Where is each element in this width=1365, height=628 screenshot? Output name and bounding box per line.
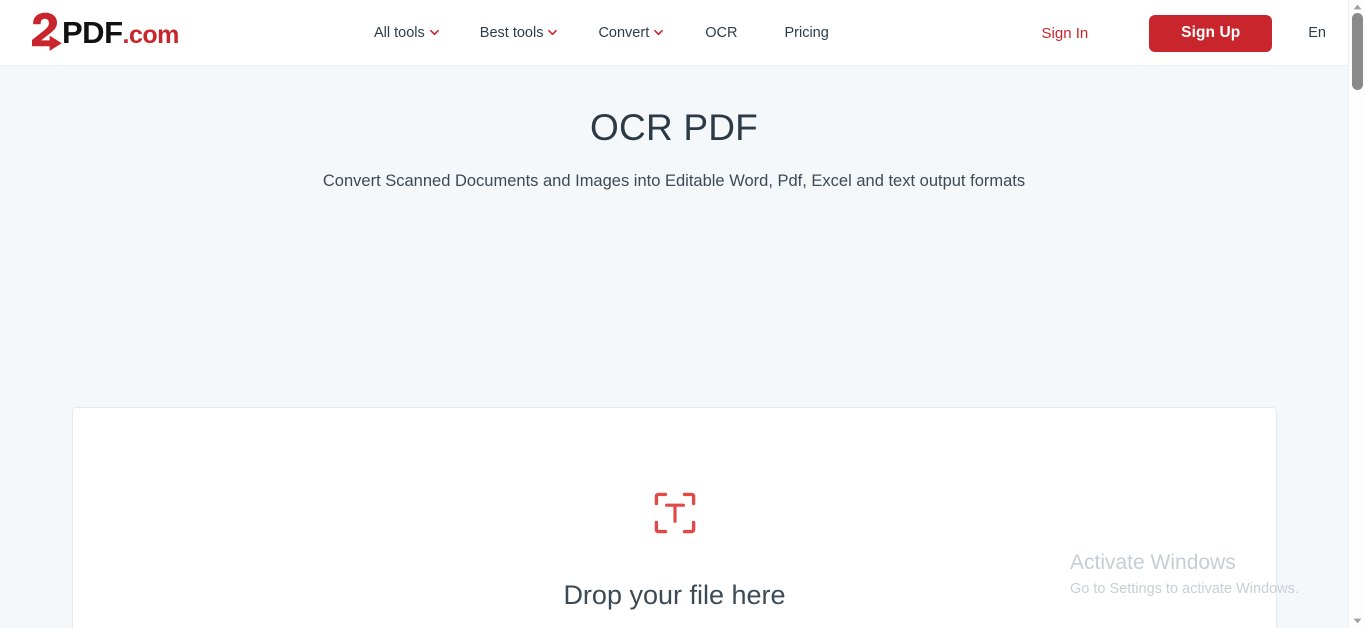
scrollbar-thumb[interactable]	[1352, 13, 1363, 90]
page-viewport: PDF.com All tools Best tools Convert OCR…	[0, 0, 1348, 628]
sign-in-link[interactable]: Sign In	[1042, 25, 1089, 42]
main-navigation: All tools Best tools Convert OCR Pricing	[374, 0, 829, 66]
logo-pdf-text: PDF	[62, 15, 123, 50]
header-actions: Sign In Sign Up En	[1042, 0, 1332, 66]
browser-page: PDF.com All tools Best tools Convert OCR…	[0, 0, 1365, 628]
nav-item-all-tools[interactable]: All tools	[374, 19, 439, 47]
site-header: PDF.com All tools Best tools Convert OCR…	[0, 0, 1348, 66]
language-selector[interactable]: En	[1308, 25, 1326, 41]
chevron-down-icon	[548, 28, 558, 37]
nav-item-pricing[interactable]: Pricing	[784, 19, 828, 47]
text-scan-icon	[654, 492, 696, 534]
site-logo[interactable]: PDF.com	[30, 11, 179, 53]
file-dropzone[interactable]: Drop your file here Choose file	[72, 407, 1277, 628]
scroll-down-arrow-icon[interactable]	[1349, 614, 1365, 628]
nav-item-convert[interactable]: Convert	[598, 19, 664, 47]
chevron-down-icon	[654, 28, 664, 37]
scroll-up-arrow-icon[interactable]	[1349, 0, 1365, 14]
logo-2-arrow-icon	[30, 12, 64, 52]
sign-up-button[interactable]: Sign Up	[1149, 14, 1273, 52]
nav-item-best-tools[interactable]: Best tools	[480, 19, 558, 47]
nav-label-all-tools: All tools	[374, 25, 425, 41]
nav-label-best-tools: Best tools	[479, 25, 544, 41]
dropzone-content: Drop your file here Choose file	[73, 492, 1276, 628]
main-content: OCR PDF Convert Scanned Documents and Im…	[0, 66, 1348, 628]
nav-label-ocr: OCR	[705, 25, 738, 41]
dropzone-drop-label: Drop your file here	[563, 580, 786, 610]
nav-item-ocr[interactable]: OCR	[705, 19, 737, 47]
logo-com-text: .com	[122, 21, 180, 49]
page-subtitle: Convert Scanned Documents and Images int…	[322, 172, 1026, 190]
vertical-scrollbar[interactable]	[1348, 0, 1365, 628]
page-title: OCR PDF	[590, 107, 758, 148]
chevron-down-icon	[429, 28, 439, 37]
nav-label-pricing: Pricing	[784, 25, 829, 41]
nav-label-convert: Convert	[598, 25, 650, 41]
